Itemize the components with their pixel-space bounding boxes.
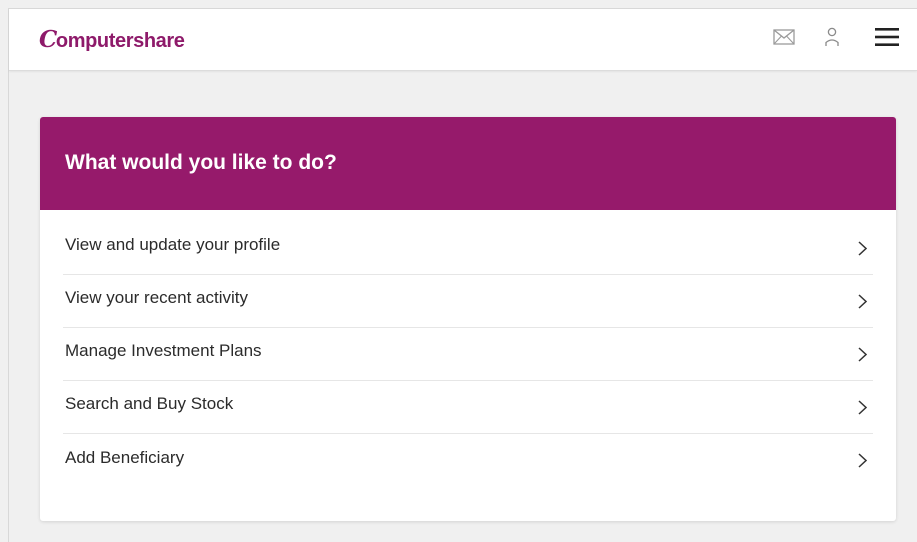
chevron-right-icon <box>855 399 869 415</box>
top-navigation-bar: Computershare <box>9 9 917 71</box>
mail-icon <box>773 29 795 50</box>
actions-card: What would you like to do? View and upda… <box>40 117 896 521</box>
menu-icon <box>874 27 900 52</box>
action-item-label: View and update your profile <box>65 235 281 254</box>
chevron-right-icon <box>855 240 869 256</box>
action-item-label: Manage Investment Plans <box>65 341 262 360</box>
actions-list: View and update your profile View your r… <box>63 222 873 487</box>
app-frame: Computershare What would you like to do?… <box>8 8 917 542</box>
action-item-label: Search and Buy Stock <box>65 394 234 413</box>
actions-card-title: What would you like to do? <box>65 150 337 174</box>
account-button[interactable] <box>817 9 847 70</box>
action-item-label: View your recent activity <box>65 288 248 307</box>
computershare-logo[interactable]: Computershare <box>39 26 185 53</box>
menu-button[interactable] <box>867 9 907 70</box>
user-icon <box>824 27 840 52</box>
mail-button[interactable] <box>767 9 801 70</box>
action-item-view-profile[interactable]: View and update your profile <box>63 222 873 275</box>
action-item-investment-plans[interactable]: Manage Investment Plans <box>63 328 873 381</box>
chevron-right-icon <box>855 346 869 362</box>
action-item-buy-stock[interactable]: Search and Buy Stock <box>63 381 873 434</box>
chevron-right-icon <box>855 293 869 309</box>
chevron-right-icon <box>855 453 869 469</box>
action-item-label: Add Beneficiary <box>65 447 185 467</box>
actions-card-header: What would you like to do? <box>40 117 896 210</box>
action-item-add-beneficiary[interactable]: Add Beneficiary <box>63 434 873 487</box>
action-item-recent-activity[interactable]: View your recent activity <box>63 275 873 328</box>
